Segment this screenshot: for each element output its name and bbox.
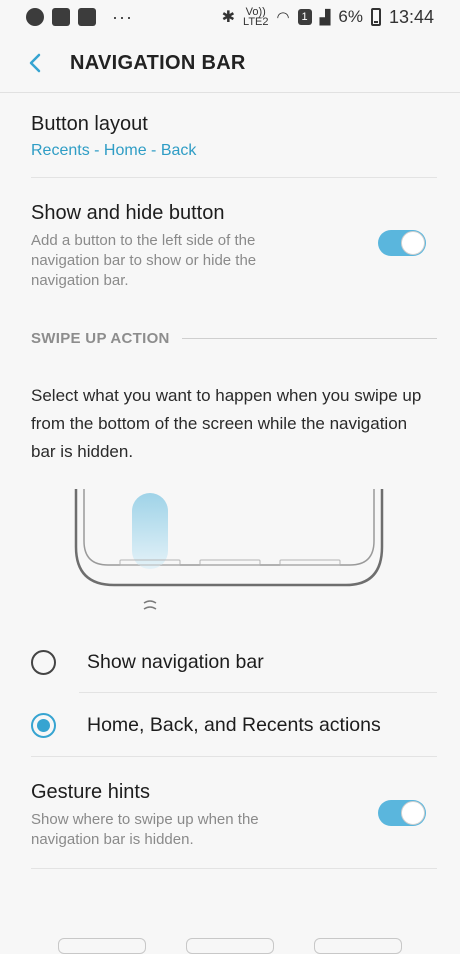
battery-icon (370, 8, 381, 26)
divider (31, 756, 437, 757)
battery-percent: 6% (338, 7, 363, 26)
signal-icon: ▟ (319, 8, 331, 25)
button-layout-setting[interactable]: Button layout Recents - Home - Back (31, 113, 437, 160)
option-label: Show navigation bar (87, 650, 264, 673)
network-label: LTE2 (243, 16, 269, 28)
section-title: SWIPE UP ACTION (31, 330, 170, 347)
gesture-hints-description: Show where to swipe up when the navigati… (31, 811, 259, 848)
phone-swipe-illustration (74, 489, 384, 610)
gesture-hints-toggle[interactable] (378, 800, 426, 826)
wifi-icon: ◠ (276, 9, 290, 26)
swipe-highlight (132, 493, 168, 569)
option-home-back-recents[interactable]: Home, Back, and Recents actions (0, 694, 460, 756)
show-hide-title: Show and hide button (31, 202, 225, 224)
swipe-hint-icon (143, 600, 157, 610)
header-divider (0, 92, 460, 93)
toggle-knob (401, 801, 425, 825)
volte-indicator: Vo)) LTE2 (243, 7, 269, 28)
radio-home-back-recents[interactable] (31, 712, 56, 738)
option-label: Home, Back, and Recents actions (87, 713, 381, 736)
toggle-knob (401, 231, 425, 255)
more-notifications-icon: ··· (112, 6, 133, 27)
bluetooth-icon: ✱ (221, 9, 236, 26)
show-hide-button-setting[interactable]: Show and hide button Add a button to the… (31, 202, 437, 291)
divider (31, 868, 437, 869)
gesture-hints-title: Gesture hints (31, 781, 150, 803)
app-header: NAVIGATION BAR (0, 34, 460, 92)
section-header-swipe-up: SWIPE UP ACTION (31, 330, 437, 347)
status-bar: ··· ✱ Vo)) LTE2 ◠ 1 ▟ 6% 13:44 (0, 0, 460, 34)
bottom-option-button[interactable] (314, 938, 402, 954)
mail-icon (52, 8, 70, 26)
status-right: ✱ Vo)) LTE2 ◠ 1 ▟ 6% 13:44 (222, 7, 434, 28)
radio-show-navigation-bar[interactable] (31, 649, 56, 675)
button-layout-title: Button layout (31, 113, 148, 135)
whatsapp-icon (26, 8, 44, 26)
back-button[interactable] (0, 34, 70, 92)
chevron-left-icon (29, 53, 41, 73)
divider (79, 692, 437, 693)
show-hide-toggle[interactable] (378, 230, 426, 256)
status-left: ··· (26, 7, 133, 28)
page-title: NAVIGATION BAR (70, 51, 246, 74)
gesture-hints-setting[interactable]: Gesture hints Show where to swipe up whe… (31, 781, 437, 850)
section-divider-line (181, 338, 437, 339)
clock: 13:44 (388, 6, 434, 27)
option-show-navigation-bar[interactable]: Show navigation bar (0, 631, 460, 693)
divider (31, 177, 437, 178)
sim-badge: 1 (297, 9, 312, 25)
facebook-icon (78, 8, 96, 26)
bottom-option-button[interactable] (58, 938, 146, 954)
bottom-option-button[interactable] (186, 938, 274, 954)
button-layout-value: Recents - Home - Back (31, 142, 197, 159)
swipe-up-description: Select what you want to happen when you … (31, 386, 422, 461)
show-hide-description: Add a button to the left side of the nav… (31, 232, 257, 289)
